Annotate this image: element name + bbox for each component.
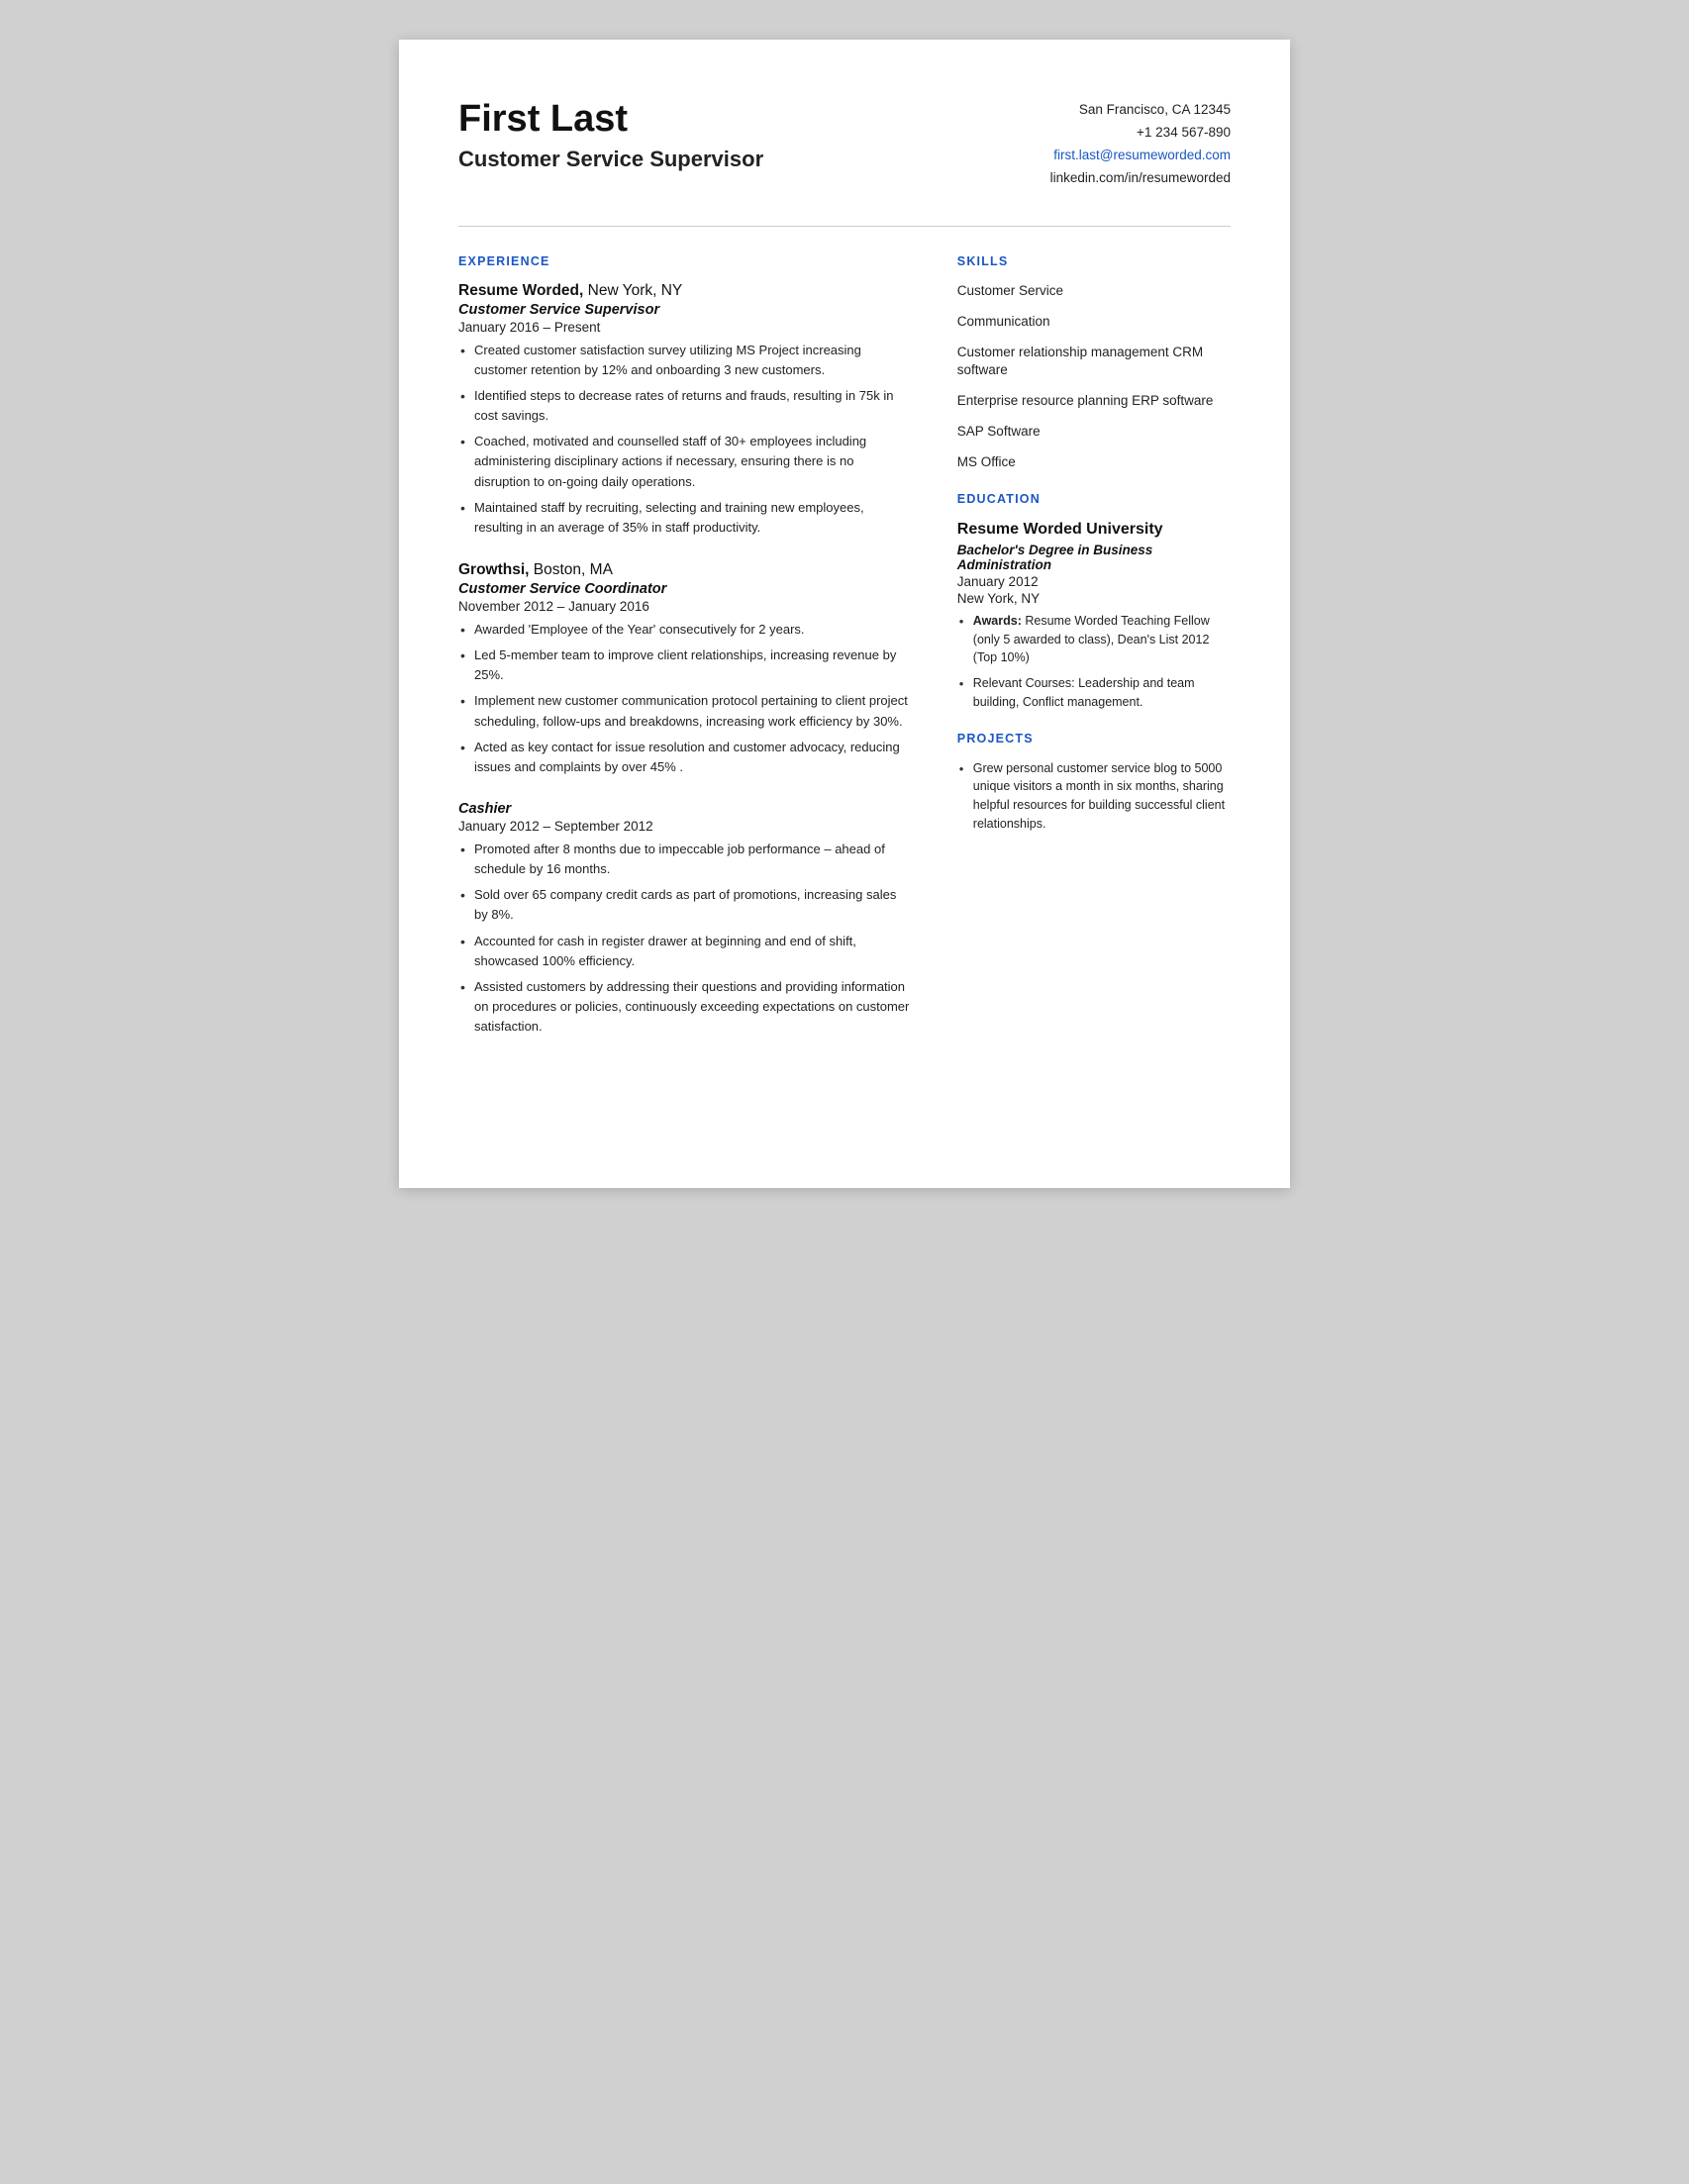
exp-company-location-2: Boston, MA bbox=[534, 561, 613, 578]
exp-bullets-2: Awarded 'Employee of the Year' consecuti… bbox=[458, 620, 910, 777]
exp-bullet-3-3: Accounted for cash in register drawer at… bbox=[458, 932, 910, 971]
experience-section: EXPERIENCE Resume Worded, New York, NY C… bbox=[458, 254, 910, 1038]
experience-heading: EXPERIENCE bbox=[458, 254, 910, 268]
exp-company-name-1: Resume Worded, bbox=[458, 282, 583, 299]
exp-bullets-3: Promoted after 8 months due to impeccabl… bbox=[458, 840, 910, 1037]
header-contact: San Francisco, CA 12345 +1 234 567-890 f… bbox=[1050, 99, 1231, 190]
exp-bullet-1-3: Coached, motivated and counselled staff … bbox=[458, 432, 910, 491]
skill-1: Customer Service bbox=[957, 282, 1231, 301]
exp-bullet-1-4: Maintained staff by recruiting, selectin… bbox=[458, 498, 910, 538]
skills-heading: SKILLS bbox=[957, 254, 1231, 268]
skill-6: MS Office bbox=[957, 453, 1231, 472]
projects-section: PROJECTS Grew personal customer service … bbox=[957, 732, 1231, 834]
exp-bullet-1-1: Created customer satisfaction survey uti… bbox=[458, 341, 910, 380]
exp-bullet-3-4: Assisted customers by addressing their q… bbox=[458, 977, 910, 1037]
experience-block-1: Resume Worded, New York, NY Customer Ser… bbox=[458, 282, 910, 538]
education-section: EDUCATION Resume Worded University Bache… bbox=[957, 492, 1231, 712]
edu-bullet-2: Relevant Courses: Leadership and team bu… bbox=[957, 674, 1231, 712]
right-column: SKILLS Customer Service Communication Cu… bbox=[957, 254, 1231, 1061]
edu-date: January 2012 bbox=[957, 574, 1231, 589]
exp-bullet-3-2: Sold over 65 company credit cards as par… bbox=[458, 885, 910, 925]
exp-bullet-2-4: Acted as key contact for issue resolutio… bbox=[458, 738, 910, 777]
exp-company-2: Growthsi, Boston, MA bbox=[458, 561, 910, 579]
experience-block-2: Growthsi, Boston, MA Customer Service Co… bbox=[458, 561, 910, 777]
skills-section: SKILLS Customer Service Communication Cu… bbox=[957, 254, 1231, 472]
skill-4: Enterprise resource planning ERP softwar… bbox=[957, 392, 1231, 411]
header-linkedin: linkedin.com/in/resumeworded bbox=[1050, 167, 1231, 190]
candidate-name: First Last bbox=[458, 99, 763, 141]
exp-bullet-1-2: Identified steps to decrease rates of re… bbox=[458, 386, 910, 426]
header-email[interactable]: first.last@resumeworded.com bbox=[1050, 145, 1231, 167]
skill-3: Customer relationship management CRM sof… bbox=[957, 344, 1231, 381]
skill-5: SAP Software bbox=[957, 423, 1231, 442]
exp-bullet-2-1: Awarded 'Employee of the Year' consecuti… bbox=[458, 620, 910, 640]
exp-dates-3: January 2012 – September 2012 bbox=[458, 819, 910, 834]
exp-company-name-2: Growthsi, bbox=[458, 561, 529, 578]
exp-bullet-3-1: Promoted after 8 months due to impeccabl… bbox=[458, 840, 910, 879]
main-columns: EXPERIENCE Resume Worded, New York, NY C… bbox=[458, 254, 1231, 1061]
header-divider bbox=[458, 226, 1231, 227]
education-heading: EDUCATION bbox=[957, 492, 1231, 506]
header-section: First Last Customer Service Supervisor S… bbox=[458, 99, 1231, 190]
edu-block-1: Resume Worded University Bachelor's Degr… bbox=[957, 520, 1231, 712]
exp-dates-1: January 2016 – Present bbox=[458, 320, 910, 335]
exp-bullets-1: Created customer satisfaction survey uti… bbox=[458, 341, 910, 538]
edu-bullets: Awards: Resume Worded Teaching Fellow (o… bbox=[957, 612, 1231, 712]
header-phone: +1 234 567-890 bbox=[1050, 122, 1231, 145]
exp-company-1: Resume Worded, New York, NY bbox=[458, 282, 910, 300]
exp-role-1: Customer Service Supervisor bbox=[458, 302, 910, 318]
edu-degree: Bachelor's Degree in Business Administra… bbox=[957, 543, 1231, 572]
projects-bullets: Grew personal customer service blog to 5… bbox=[957, 759, 1231, 834]
skill-2: Communication bbox=[957, 313, 1231, 332]
exp-role-3: Cashier bbox=[458, 801, 910, 817]
edu-bullet-1: Awards: Resume Worded Teaching Fellow (o… bbox=[957, 612, 1231, 667]
exp-role-2: Customer Service Coordinator bbox=[458, 581, 910, 597]
edu-location: New York, NY bbox=[957, 591, 1231, 606]
resume-page: First Last Customer Service Supervisor S… bbox=[399, 40, 1290, 1188]
exp-bullet-2-3: Implement new customer communication pro… bbox=[458, 691, 910, 731]
candidate-title: Customer Service Supervisor bbox=[458, 147, 763, 172]
projects-heading: PROJECTS bbox=[957, 732, 1231, 745]
experience-block-3: Cashier January 2012 – September 2012 Pr… bbox=[458, 801, 910, 1037]
exp-bullet-2-2: Led 5-member team to improve client rela… bbox=[458, 645, 910, 685]
edu-school: Resume Worded University bbox=[957, 520, 1231, 540]
header-left: First Last Customer Service Supervisor bbox=[458, 99, 763, 172]
left-column: EXPERIENCE Resume Worded, New York, NY C… bbox=[458, 254, 910, 1061]
project-bullet-1: Grew personal customer service blog to 5… bbox=[957, 759, 1231, 834]
header-address: San Francisco, CA 12345 bbox=[1050, 99, 1231, 122]
exp-dates-2: November 2012 – January 2016 bbox=[458, 599, 910, 614]
exp-company-location-1: New York, NY bbox=[588, 282, 683, 299]
